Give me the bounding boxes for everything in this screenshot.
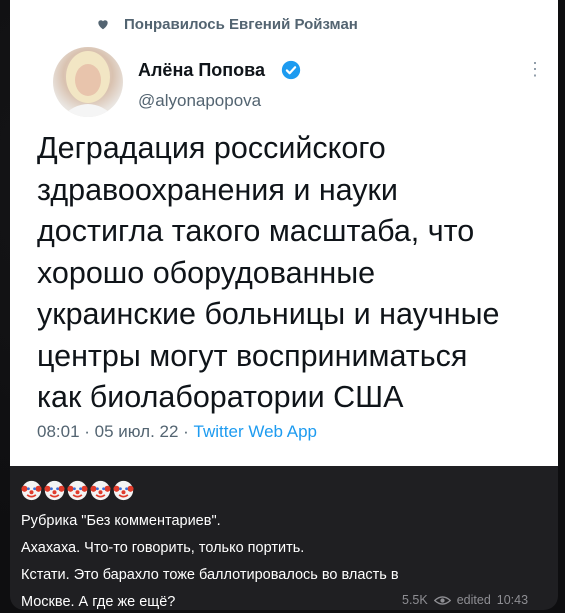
message-footer: 5.5K edited 10:43 — [402, 591, 528, 609]
clown-face-icon — [67, 480, 88, 501]
edited-label: edited — [456, 593, 491, 607]
heart-icon — [98, 20, 108, 30]
clown-face-icon — [113, 480, 134, 501]
tweet-text-line: здравоохранения и науки — [37, 172, 398, 207]
tweet-text-line: достигла такого масштаба, что — [37, 214, 475, 248]
author-name[interactable]: Алёна Попова — [138, 60, 265, 81]
verified-badge-icon — [281, 60, 301, 80]
message-time: 10:43 — [496, 593, 529, 607]
tweet-source-link[interactable]: Twitter Web App — [194, 422, 317, 441]
emoji-row — [21, 480, 134, 501]
meta-separator: · — [79, 422, 95, 441]
liked-by-row: Понравилось Евгений Ройзман — [96, 14, 358, 34]
tweet-text: Деградация российского здравоохранения и… — [37, 128, 542, 419]
eye-icon — [433, 595, 451, 605]
tweet-meta: 08:01 · 05 июл. 22 · Twitter Web App — [37, 422, 317, 442]
caption-line: Ахахаха. Что-то говорить, только портить… — [21, 540, 305, 556]
liked-by-text: Понравилось Евгений Ройзман — [124, 15, 358, 33]
tweet-screenshot[interactable]: Понравилось Евгений Ройзман Алёна Попова… — [10, 0, 558, 466]
tweet-date: 05 июл. 22 — [94, 422, 179, 441]
message-bubble[interactable]: Понравилось Евгений Ройзман Алёна Попова… — [10, 0, 558, 610]
caption-line: Кстати. Это барахло тоже баллотировалось… — [21, 567, 399, 583]
avatar[interactable] — [53, 47, 123, 117]
clown-face-icon — [44, 480, 65, 501]
meta-separator: · — [178, 422, 194, 441]
author-handle[interactable]: @alyonapopova — [138, 91, 261, 111]
tweet-text-line: Деградация российского — [37, 131, 386, 165]
tweet-text-line: хорошо оборудованные — [37, 255, 376, 290]
more-options-icon[interactable]: ⋮ — [526, 60, 544, 78]
tweet-text-line: украинские больницы и научные — [37, 297, 500, 331]
view-count: 5.5K — [402, 593, 428, 607]
tweet-text-line: как биолаборатории США — [37, 380, 404, 414]
clown-face-icon — [21, 480, 42, 501]
tweet-text-line: центры могут восприниматься — [37, 338, 468, 373]
tweet-time: 08:01 — [37, 422, 80, 441]
caption-line: Рубрика "Без комментариев". — [21, 513, 221, 529]
clown-face-icon — [90, 480, 111, 501]
